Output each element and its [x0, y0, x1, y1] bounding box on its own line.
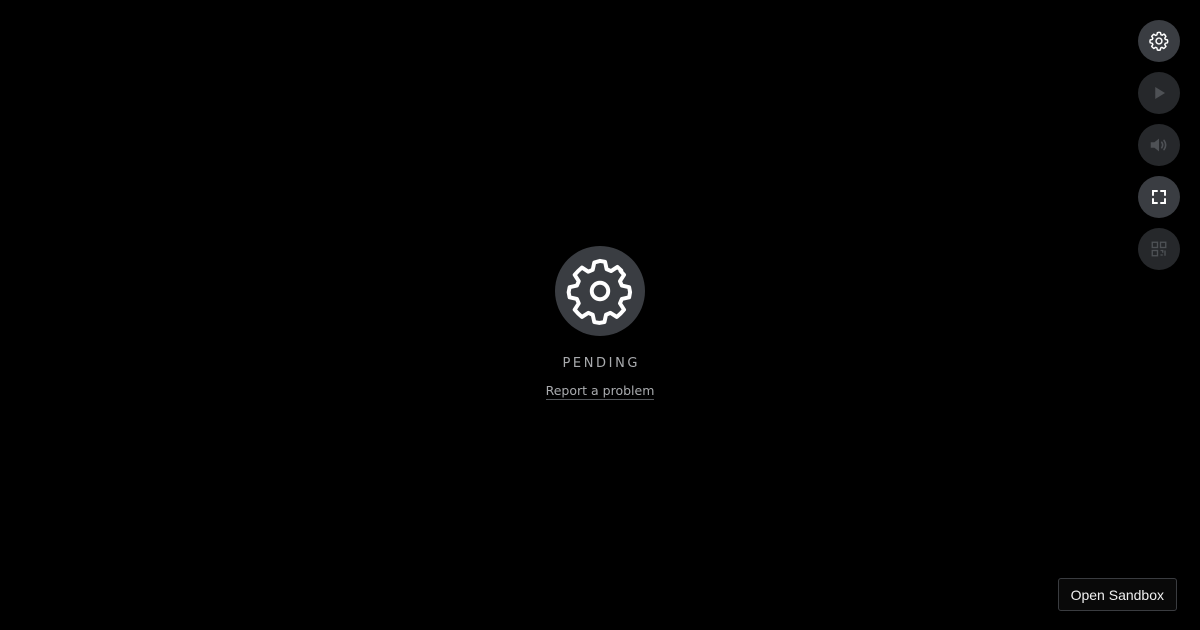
- fullscreen-icon: [1152, 190, 1166, 204]
- gear-icon: [1149, 31, 1169, 51]
- settings-button[interactable]: [1138, 20, 1180, 62]
- status-panel: PENDING Report a problem: [0, 246, 1200, 400]
- fullscreen-button[interactable]: [1138, 176, 1180, 218]
- report-problem-link[interactable]: Report a problem: [545, 383, 655, 400]
- gear-icon: [566, 258, 633, 325]
- preview-stage: PENDING Report a problem Open Sandbox: [0, 0, 1200, 630]
- play-icon: [1155, 87, 1165, 99]
- volume-icon: [1150, 138, 1167, 152]
- status-icon-circle: [555, 246, 645, 336]
- volume-button[interactable]: [1138, 124, 1180, 166]
- status-label: PENDING: [562, 356, 641, 371]
- open-sandbox-button[interactable]: Open Sandbox: [1057, 578, 1177, 611]
- control-bar: [1138, 20, 1180, 270]
- play-button[interactable]: [1138, 72, 1180, 114]
